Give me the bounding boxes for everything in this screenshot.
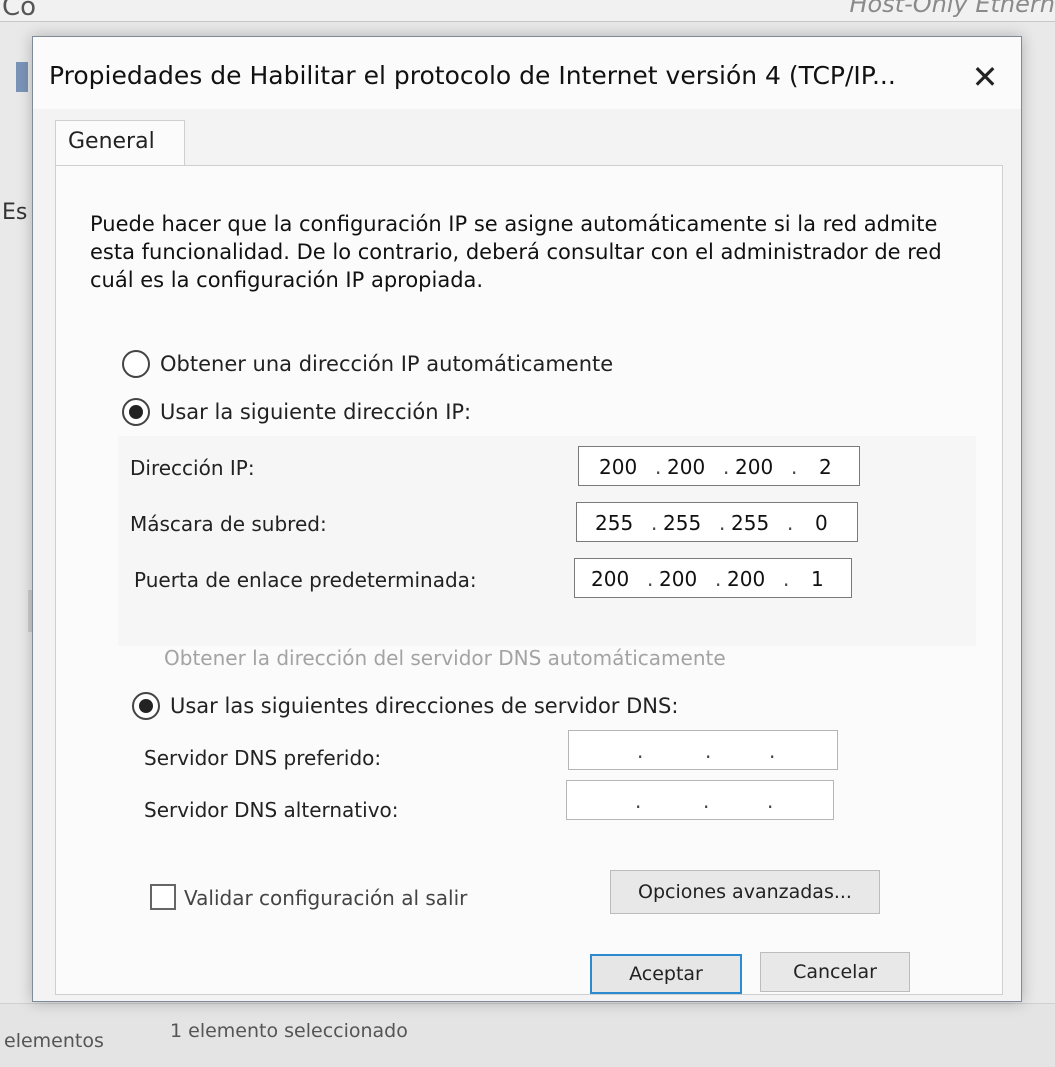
background-title-right: Host-Only Ethern — [849, 0, 1055, 18]
gateway-octet-4: 1 — [811, 567, 824, 591]
octet-separator: . — [703, 789, 710, 813]
mask-octet-4: 0 — [815, 511, 828, 535]
background-sidebar-label: Es — [2, 200, 28, 225]
gateway-octet-2: 200 — [659, 567, 698, 591]
ok-button[interactable]: Aceptar — [590, 954, 742, 994]
octet-separator: . — [635, 789, 642, 813]
close-icon: ✕ — [971, 58, 999, 96]
status-selected: 1 elemento seleccionado — [170, 1020, 408, 1042]
subnet-mask-label: Máscara de subred: — [130, 512, 327, 536]
octet-separator: . — [723, 455, 730, 479]
ip-octet-4: 2 — [819, 455, 832, 479]
octet-separator: . — [637, 739, 644, 763]
dns-manual-label: Usar las siguientes direcciones de servi… — [170, 694, 679, 718]
general-panel: Puede hacer que la configuración IP se a… — [55, 165, 1003, 995]
octet-separator: . — [791, 455, 798, 479]
octet-separator: . — [647, 567, 654, 591]
preferred-dns-label: Servidor DNS preferido: — [144, 746, 382, 770]
ip-auto-radio[interactable] — [122, 350, 150, 378]
tab-general[interactable]: General — [55, 120, 185, 166]
cancel-label: Cancelar — [793, 961, 877, 983]
ip-octet-1: 200 — [599, 455, 638, 479]
octet-separator: . — [769, 739, 776, 763]
network-adapter-icon — [16, 62, 28, 92]
background-title-left: Co — [2, 0, 37, 22]
octet-separator: . — [719, 511, 726, 535]
ip-settings-group: Dirección IP: 200 . 200 . 200 . 2 Máscar… — [118, 436, 976, 646]
octet-separator: . — [767, 789, 774, 813]
background-title-bar: Co Host-Only Ethern — [0, 0, 1055, 22]
mask-octet-2: 255 — [663, 511, 702, 535]
dialog-title: Propiedades de Habilitar el protocolo de… — [49, 61, 896, 90]
advanced-options-button[interactable]: Opciones avanzadas... — [610, 870, 880, 914]
octet-separator: . — [783, 567, 790, 591]
ip-octet-3: 200 — [735, 455, 774, 479]
validate-checkbox[interactable] — [150, 884, 176, 910]
ok-label: Aceptar — [629, 963, 703, 985]
status-items-count: elementos — [4, 1030, 104, 1052]
ip-manual-radio[interactable] — [122, 398, 150, 426]
subnet-mask-field[interactable]: 255 . 255 . 255 . 0 — [576, 502, 858, 542]
gateway-octet-3: 200 — [727, 567, 766, 591]
cancel-button[interactable]: Cancelar — [760, 952, 910, 992]
tcpip-properties-dialog: Propiedades de Habilitar el protocolo de… — [32, 36, 1022, 1002]
mask-octet-1: 255 — [595, 511, 634, 535]
dialog-title-bar[interactable]: Propiedades de Habilitar el protocolo de… — [33, 37, 1021, 109]
gateway-field[interactable]: 200 . 200 . 200 . 1 — [574, 558, 852, 598]
ip-manual-label: Usar la siguiente dirección IP: — [160, 400, 472, 424]
octet-separator: . — [787, 511, 794, 535]
gateway-label: Puerta de enlace predeterminada: — [134, 568, 477, 592]
octet-separator: . — [651, 511, 658, 535]
octet-separator: . — [655, 455, 662, 479]
ip-auto-label: Obtener una dirección IP automáticamente — [160, 352, 614, 376]
description-text: Puede hacer que la configuración IP se a… — [90, 212, 942, 292]
mask-octet-3: 255 — [731, 511, 770, 535]
alternate-dns-field[interactable]: . . . — [566, 780, 834, 820]
alternate-dns-label: Servidor DNS alternativo: — [144, 798, 399, 822]
preferred-dns-field[interactable]: . . . — [568, 730, 838, 770]
tab-general-label: General — [68, 129, 155, 154]
ip-octet-2: 200 — [667, 455, 706, 479]
close-button[interactable]: ✕ — [961, 55, 1009, 99]
ip-address-field[interactable]: 200 . 200 . 200 . 2 — [578, 446, 860, 486]
gateway-octet-1: 200 — [591, 567, 630, 591]
octet-separator: . — [705, 739, 712, 763]
validate-checkbox-label: Validar configuración al salir — [184, 886, 468, 910]
advanced-options-label: Opciones avanzadas... — [638, 881, 852, 903]
ip-address-label: Dirección IP: — [130, 456, 255, 480]
dns-auto-label: Obtener la dirección del servidor DNS au… — [164, 646, 726, 670]
background-status-bar: elementos 1 elemento seleccionado — [0, 1003, 1055, 1067]
dns-manual-radio[interactable] — [132, 692, 160, 720]
octet-separator: . — [715, 567, 722, 591]
